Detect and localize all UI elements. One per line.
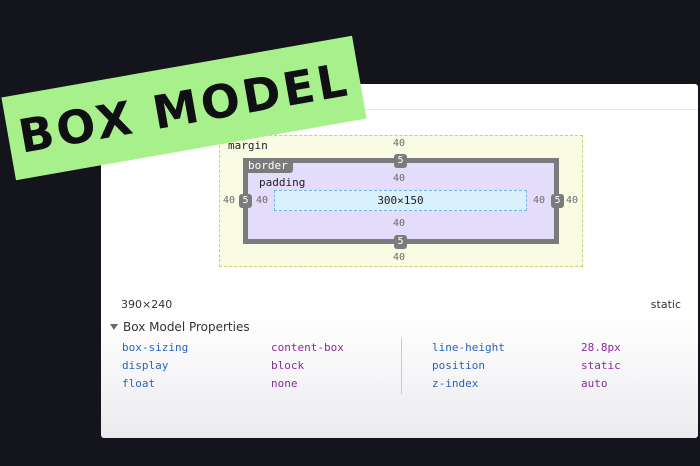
content-size: 300×150	[377, 194, 424, 207]
property-name: float	[122, 377, 156, 390]
property-name: line-height	[432, 341, 505, 354]
content-box[interactable]: 300×150	[274, 190, 527, 211]
element-position: static	[650, 298, 681, 311]
padding-bottom-value[interactable]: 40	[384, 218, 414, 229]
margin-top-value[interactable]: 40	[384, 138, 414, 149]
border-right-value[interactable]: 5	[551, 194, 564, 208]
padding-label: padding	[259, 176, 306, 189]
chevron-down-icon	[110, 324, 118, 330]
property-name: display	[122, 359, 169, 372]
padding-top-value[interactable]: 40	[384, 173, 414, 184]
property-value[interactable]: static	[581, 359, 621, 372]
property-name: position	[432, 359, 485, 372]
property-value[interactable]: 28.8px	[581, 341, 621, 354]
margin-bottom-value[interactable]: 40	[384, 252, 414, 263]
property-value[interactable]: none	[271, 377, 298, 390]
border-left-value[interactable]: 5	[239, 194, 252, 208]
section-title: Box Model Properties	[123, 320, 250, 334]
property-value[interactable]: auto	[581, 377, 608, 390]
border-bottom-value[interactable]: 5	[394, 235, 407, 249]
property-name: z-index	[432, 377, 479, 390]
padding-right-value[interactable]: 40	[524, 195, 554, 206]
box-model-properties-toggle[interactable]: Box Model Properties	[110, 320, 250, 334]
column-divider	[401, 338, 402, 394]
property-name: box-sizing	[122, 341, 189, 354]
property-value[interactable]: content-box	[271, 341, 344, 354]
border-label: border	[243, 158, 293, 173]
element-dimensions: 390×240	[121, 298, 173, 311]
property-value[interactable]: block	[271, 359, 304, 372]
border-top-value[interactable]: 5	[394, 154, 407, 168]
